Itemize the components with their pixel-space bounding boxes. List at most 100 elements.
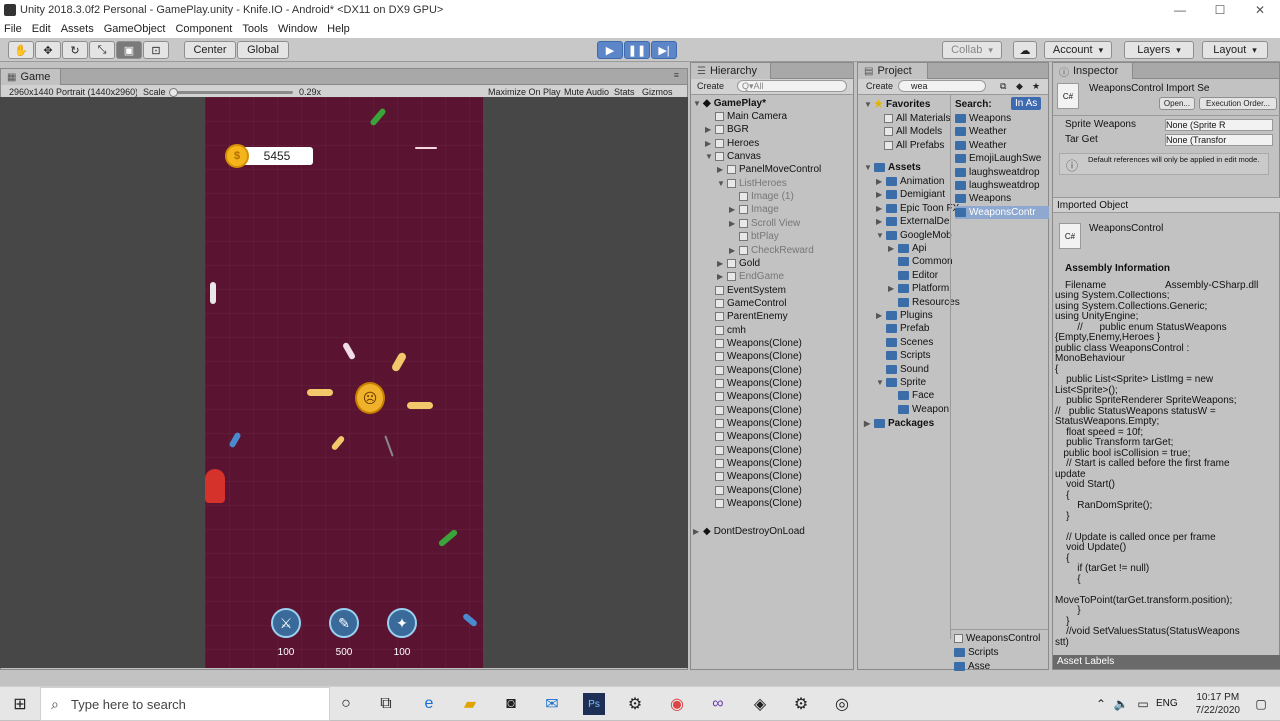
hierarchy-create-dropdown[interactable]: Create <box>697 81 724 91</box>
hierarchy-item[interactable]: ▶ Heroes <box>705 137 759 150</box>
expand-arrow-icon[interactable]: ▶ <box>876 190 886 199</box>
expand-arrow-icon[interactable]: ▶ <box>717 165 727 174</box>
menu-file[interactable]: File <box>4 23 22 35</box>
menu-edit[interactable]: Edit <box>32 23 51 35</box>
favorite-item[interactable]: All Materials <box>884 112 950 125</box>
asset-folder[interactable]: Face <box>888 389 934 402</box>
hierarchy-item[interactable]: Weapons(Clone) <box>705 430 802 443</box>
rotate-tool-icon[interactable]: ↻ <box>62 41 88 59</box>
resolution-dropdown[interactable]: 2960x1440 Portrait (1440x2960) <box>9 87 137 97</box>
stats-toggle[interactable]: Stats <box>614 87 635 97</box>
transform-tool-icon[interactable]: ⊡ <box>143 41 169 59</box>
settings-icon[interactable]: ⚙ <box>790 693 812 715</box>
project-create-dropdown[interactable]: Create <box>866 81 893 91</box>
asset-folder[interactable]: ▶ Plugins <box>876 309 933 322</box>
asset-folder[interactable]: ▶ Platform <box>888 282 949 295</box>
tray-chevron-icon[interactable]: ⌃ <box>1090 693 1112 715</box>
rect-tool-icon[interactable]: ▣ <box>116 41 142 59</box>
asset-folder[interactable]: Weapon <box>888 403 949 416</box>
asset-folder[interactable]: ▶ ExternalDe <box>876 215 949 228</box>
edge-icon[interactable]: e <box>418 693 440 715</box>
cortana-icon[interactable]: ○ <box>335 693 357 715</box>
unity-hub-icon[interactable]: ◎ <box>831 693 853 715</box>
hierarchy-item[interactable]: cmh <box>705 324 746 337</box>
network-icon[interactable]: ▭ <box>1132 693 1154 715</box>
hierarchy-item[interactable]: ParentEnemy <box>705 310 788 323</box>
gizmos-dropdown[interactable]: Gizmos <box>642 87 673 97</box>
collab-dropdown[interactable]: Collab <box>942 41 1002 59</box>
unity-icon[interactable]: ◈ <box>749 693 771 715</box>
search-in-assets-button[interactable]: In As <box>1011 97 1042 110</box>
star-icon[interactable]: ★ <box>1032 81 1040 92</box>
sprite-weapons-field[interactable]: None (Sprite R <box>1165 119 1273 131</box>
search-result-item[interactable]: EmojiLaughSwe <box>955 152 1049 165</box>
cloud-icon[interactable]: ☁ <box>1013 41 1037 59</box>
hierarchy-item[interactable]: Weapons(Clone) <box>705 390 802 403</box>
expand-arrow-icon[interactable]: ▼ <box>876 378 886 387</box>
step-button[interactable]: ▶| <box>651 41 677 59</box>
scene-root[interactable]: ▼ ◆ GamePlay* <box>693 97 766 110</box>
panel-menu-icon[interactable]: ≡ <box>674 70 679 80</box>
expand-arrow-icon[interactable]: ▶ <box>888 284 898 293</box>
game-view[interactable]: 5455 $ ☹ ⚔ 100 ✎ 500 ✦ 100 <box>0 97 688 668</box>
layout-dropdown[interactable]: Layout <box>1202 41 1268 59</box>
hierarchy-item[interactable]: Weapons(Clone) <box>705 364 802 377</box>
path-item[interactable]: Scripts <box>954 646 999 659</box>
minimize-button[interactable]: — <box>1160 0 1200 20</box>
label-icon[interactable]: ◆ <box>1016 81 1023 92</box>
search-result-item[interactable]: laughsweatdrop <box>955 179 1049 192</box>
task-view-icon[interactable]: ⧉ <box>375 693 397 715</box>
expand-arrow-icon[interactable]: ▼ <box>705 152 715 161</box>
expand-arrow-icon[interactable]: ▶ <box>729 219 739 228</box>
hierarchy-search-input[interactable]: Q▾All <box>737 80 847 92</box>
menu-component[interactable]: Component <box>175 23 232 35</box>
move-tool-icon[interactable]: ✥ <box>35 41 61 59</box>
execution-order-button[interactable]: Execution Order... <box>1199 97 1277 110</box>
hierarchy-item[interactable]: ▶ Scroll View <box>729 217 800 230</box>
favorite-item[interactable]: All Prefabs <box>884 139 944 152</box>
asset-folder[interactable]: ▼ GoogleMob <box>876 229 952 242</box>
menu-assets[interactable]: Assets <box>61 23 94 35</box>
asset-folder[interactable]: Editor <box>888 269 938 282</box>
layers-dropdown[interactable]: Layers <box>1124 41 1194 59</box>
hierarchy-item[interactable]: Weapons(Clone) <box>705 497 802 510</box>
expand-arrow-icon[interactable]: ▶ <box>729 246 739 255</box>
close-button[interactable]: ✕ <box>1240 0 1280 20</box>
tab-inspector[interactable]: ⓘ Inspector <box>1053 63 1133 79</box>
asset-folder[interactable]: Common <box>888 255 953 268</box>
asset-folder[interactable]: ▶ Demigiant <box>876 188 945 201</box>
expand-arrow-icon[interactable]: ▼ <box>876 231 886 240</box>
expand-arrow-icon[interactable]: ▶ <box>705 139 715 148</box>
expand-arrow-icon[interactable]: ▶ <box>876 177 886 186</box>
visual-studio-icon[interactable]: ∞ <box>707 693 729 715</box>
pivot-global-button[interactable]: Global <box>237 41 289 59</box>
expand-arrow-icon[interactable]: ▶ <box>705 125 715 134</box>
hierarchy-item[interactable]: Main Camera <box>705 110 787 123</box>
notification-icon[interactable]: ▢ <box>1250 693 1272 715</box>
play-button[interactable]: ▶ <box>597 41 623 59</box>
hierarchy-item[interactable]: Weapons(Clone) <box>705 350 802 363</box>
hierarchy-item[interactable]: Image (1) <box>729 190 794 203</box>
hand-tool-icon[interactable]: ✋ <box>8 41 34 59</box>
menu-tools[interactable]: Tools <box>242 23 268 35</box>
photoshop-icon[interactable]: Ps <box>583 693 605 715</box>
hierarchy-item[interactable]: ▶ CheckReward <box>729 244 814 257</box>
hierarchy-item[interactable]: ▶ PanelMoveControl <box>717 163 821 176</box>
asset-folder[interactable]: Scripts <box>876 349 931 362</box>
hierarchy-item[interactable]: Weapons(Clone) <box>705 457 802 470</box>
expand-arrow-icon[interactable]: ▶ <box>876 204 886 213</box>
asset-folder[interactable]: Scenes <box>876 336 933 349</box>
expand-arrow-icon[interactable]: ▶ <box>876 217 886 226</box>
target-field[interactable]: None (Transfor <box>1165 134 1273 146</box>
game-canvas[interactable]: 5455 $ ☹ ⚔ 100 ✎ 500 ✦ 100 <box>205 97 483 668</box>
path-item[interactable]: WeaponsControl <box>954 632 1040 645</box>
hierarchy-item[interactable]: btPlay <box>729 230 779 243</box>
clock[interactable]: 10:17 PM 7/22/2020 <box>1196 691 1241 717</box>
search-result-item[interactable]: Weather <box>955 125 1049 138</box>
hierarchy-item[interactable]: Weapons(Clone) <box>705 404 802 417</box>
hierarchy-item[interactable]: GameControl <box>705 297 786 310</box>
path-item[interactable]: Asse <box>954 660 990 673</box>
hierarchy-item[interactable]: Weapons(Clone) <box>705 484 802 497</box>
hero-select-button[interactable]: ✎ <box>329 608 359 638</box>
scale-tool-icon[interactable]: ⤡ <box>89 41 115 59</box>
